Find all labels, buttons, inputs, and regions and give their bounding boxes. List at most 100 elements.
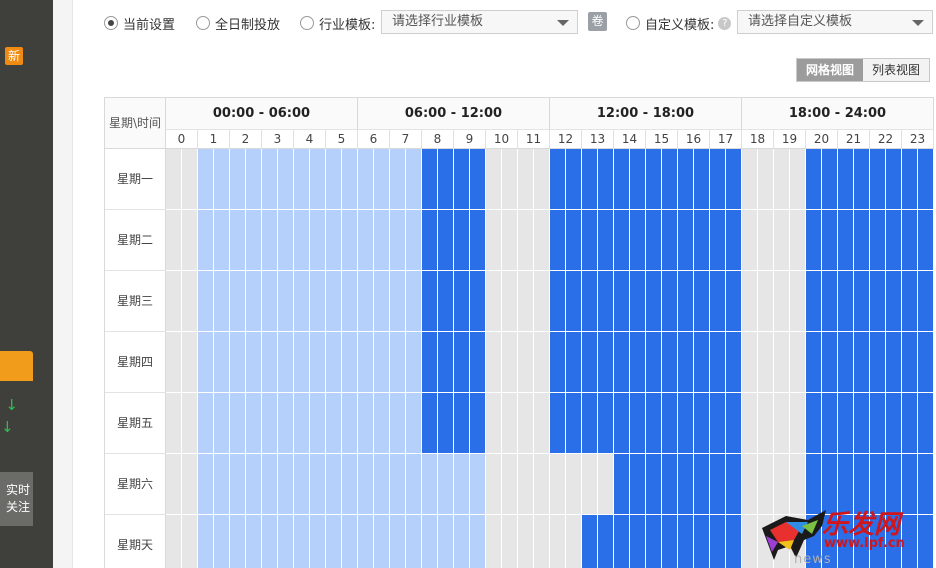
schedule-cell[interactable] bbox=[390, 332, 406, 393]
hour-column-header[interactable]: 7 bbox=[390, 130, 422, 149]
schedule-cell[interactable] bbox=[390, 210, 406, 271]
schedule-cell[interactable] bbox=[902, 149, 918, 210]
schedule-cell[interactable] bbox=[278, 454, 294, 515]
schedule-cell[interactable] bbox=[854, 332, 870, 393]
schedule-cell[interactable] bbox=[902, 332, 918, 393]
hour-column-header[interactable]: 21 bbox=[838, 130, 870, 149]
schedule-cell[interactable] bbox=[518, 454, 534, 515]
schedule-cell[interactable] bbox=[278, 332, 294, 393]
day-row-label[interactable]: 星期一 bbox=[105, 149, 166, 210]
schedule-cell[interactable] bbox=[422, 271, 438, 332]
schedule-cell[interactable] bbox=[582, 454, 598, 515]
schedule-cell[interactable] bbox=[918, 149, 934, 210]
schedule-cell[interactable] bbox=[358, 332, 374, 393]
schedule-cell[interactable] bbox=[630, 210, 646, 271]
schedule-cell[interactable] bbox=[422, 332, 438, 393]
schedule-cell[interactable] bbox=[566, 454, 582, 515]
schedule-cell[interactable] bbox=[310, 515, 326, 568]
schedule-cell[interactable] bbox=[374, 393, 390, 454]
schedule-cell[interactable] bbox=[726, 332, 742, 393]
schedule-cell[interactable] bbox=[710, 149, 726, 210]
hour-column-header[interactable]: 3 bbox=[262, 130, 294, 149]
schedule-cell[interactable] bbox=[710, 332, 726, 393]
schedule-cell[interactable] bbox=[582, 210, 598, 271]
schedule-cell[interactable] bbox=[390, 515, 406, 568]
schedule-cell[interactable] bbox=[198, 393, 214, 454]
schedule-cell[interactable] bbox=[790, 332, 806, 393]
schedule-cell[interactable] bbox=[534, 210, 550, 271]
schedule-cell[interactable] bbox=[230, 271, 246, 332]
schedule-cell[interactable] bbox=[342, 332, 358, 393]
schedule-cell[interactable] bbox=[518, 393, 534, 454]
schedule-cell[interactable] bbox=[822, 210, 838, 271]
schedule-cell[interactable] bbox=[678, 515, 694, 568]
schedule-cell[interactable] bbox=[870, 149, 886, 210]
schedule-cell[interactable] bbox=[166, 210, 182, 271]
schedule-cell[interactable] bbox=[230, 393, 246, 454]
schedule-cell[interactable] bbox=[630, 393, 646, 454]
schedule-cell[interactable] bbox=[694, 393, 710, 454]
schedule-cell[interactable] bbox=[918, 210, 934, 271]
schedule-cell[interactable] bbox=[678, 454, 694, 515]
hour-column-header[interactable]: 6 bbox=[358, 130, 390, 149]
hour-column-header[interactable]: 12 bbox=[550, 130, 582, 149]
schedule-cell[interactable] bbox=[582, 271, 598, 332]
schedule-cell[interactable] bbox=[182, 454, 198, 515]
schedule-cell[interactable] bbox=[518, 210, 534, 271]
schedule-cell[interactable] bbox=[598, 393, 614, 454]
schedule-cell[interactable] bbox=[790, 210, 806, 271]
schedule-cell[interactable] bbox=[566, 393, 582, 454]
schedule-cell[interactable] bbox=[422, 454, 438, 515]
schedule-cell[interactable] bbox=[454, 332, 470, 393]
schedule-cell[interactable] bbox=[422, 210, 438, 271]
hour-column-header[interactable]: 1 bbox=[198, 130, 230, 149]
schedule-cell[interactable] bbox=[534, 454, 550, 515]
schedule-cell[interactable] bbox=[390, 454, 406, 515]
day-row-label[interactable]: 星期三 bbox=[105, 271, 166, 332]
hour-column-header[interactable]: 10 bbox=[486, 130, 518, 149]
schedule-cell[interactable] bbox=[822, 332, 838, 393]
schedule-cell[interactable] bbox=[694, 515, 710, 568]
schedule-cell[interactable] bbox=[646, 515, 662, 568]
day-row-label[interactable]: 星期六 bbox=[105, 454, 166, 515]
schedule-cell[interactable] bbox=[662, 393, 678, 454]
schedule-cell[interactable] bbox=[694, 149, 710, 210]
schedule-cell[interactable] bbox=[598, 454, 614, 515]
schedule-cell[interactable] bbox=[534, 149, 550, 210]
schedule-cell[interactable] bbox=[774, 149, 790, 210]
radio-custom-template[interactable]: 自定义模板: ? bbox=[626, 10, 732, 36]
schedule-cell[interactable] bbox=[854, 210, 870, 271]
schedule-cell[interactable] bbox=[262, 210, 278, 271]
schedule-cell[interactable] bbox=[598, 515, 614, 568]
schedule-cell[interactable] bbox=[454, 515, 470, 568]
schedule-cell[interactable] bbox=[486, 332, 502, 393]
schedule-cell[interactable] bbox=[518, 332, 534, 393]
schedule-cell[interactable] bbox=[550, 454, 566, 515]
schedule-cell[interactable] bbox=[630, 271, 646, 332]
schedule-cell[interactable] bbox=[246, 332, 262, 393]
schedule-cell[interactable] bbox=[486, 271, 502, 332]
schedule-cell[interactable] bbox=[470, 515, 486, 568]
schedule-cell[interactable] bbox=[374, 332, 390, 393]
schedule-cell[interactable] bbox=[294, 393, 310, 454]
schedule-cell[interactable] bbox=[870, 393, 886, 454]
schedule-cell[interactable] bbox=[342, 271, 358, 332]
schedule-cell[interactable] bbox=[198, 454, 214, 515]
grid-view-button[interactable]: 网格视图 bbox=[797, 59, 864, 81]
radio-icon[interactable] bbox=[300, 16, 314, 30]
schedule-cell[interactable] bbox=[758, 393, 774, 454]
schedule-cell[interactable] bbox=[470, 332, 486, 393]
schedule-cell[interactable] bbox=[390, 393, 406, 454]
schedule-cell[interactable] bbox=[406, 210, 422, 271]
schedule-cell[interactable] bbox=[342, 149, 358, 210]
schedule-cell[interactable] bbox=[262, 332, 278, 393]
list-view-button[interactable]: 列表视图 bbox=[863, 59, 930, 81]
schedule-cell[interactable] bbox=[518, 515, 534, 568]
schedule-cell[interactable] bbox=[502, 149, 518, 210]
schedule-cell[interactable] bbox=[502, 454, 518, 515]
radio-all-day[interactable]: 全日制投放 bbox=[196, 10, 280, 36]
schedule-cell[interactable] bbox=[806, 271, 822, 332]
schedule-cell[interactable] bbox=[326, 149, 342, 210]
schedule-cell[interactable] bbox=[182, 393, 198, 454]
schedule-cell[interactable] bbox=[902, 271, 918, 332]
